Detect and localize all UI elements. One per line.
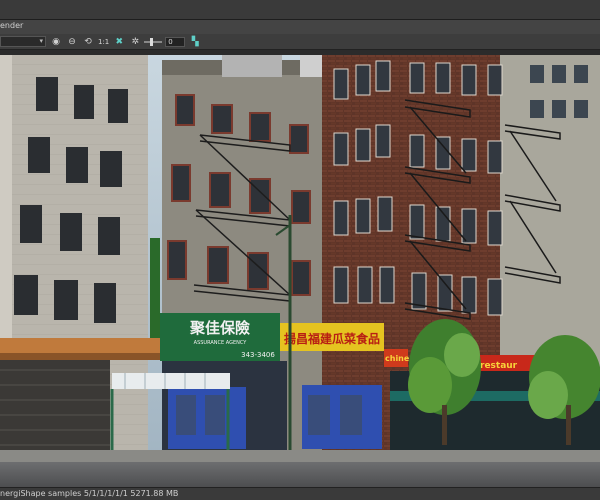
exposure-input[interactable]: 0 (165, 36, 186, 47)
refresh-icon[interactable]: ⟲ (82, 36, 94, 48)
render-panel-titlebar: ender (0, 20, 600, 34)
sign-insurance-text: 聚佳保險 (189, 319, 250, 337)
frame-count: 1:1 (98, 37, 110, 46)
renderer-dropdown[interactable]: ▾ (0, 36, 46, 47)
snapshot-icon[interactable]: ▚ (189, 36, 201, 48)
chevron-down-icon: ▾ (39, 37, 43, 45)
sun-icon[interactable]: ◉ (50, 36, 62, 48)
exposure-slider[interactable] (144, 37, 163, 46)
sign-insurance-phone: 343-3406 (241, 351, 275, 359)
render-toolbar: ▾ ◉ ⊖ ⟲ 1:1 ✖ ✲ 0 ▚ (0, 34, 600, 50)
panel-title: ender (0, 21, 24, 30)
bus-shelter (112, 373, 230, 389)
road (0, 462, 600, 487)
gear-icon[interactable]: ✲ (129, 36, 141, 48)
sign-food-text: 揚昌福建瓜菜食品 (284, 331, 380, 346)
status-text: nergiShape samples 5/1/1/1/1/1 5271.88 M… (0, 489, 179, 498)
sign-restaurant: restaur (480, 361, 518, 371)
status-bar: nergiShape samples 5/1/1/1/1/1 5271.88 M… (0, 487, 600, 500)
exposure-slider-knob[interactable] (150, 37, 154, 46)
render-viewport[interactable]: 聚佳保險 ASSURANCE AGENCY 343-3406 揚昌福建瓜菜食品 … (0, 55, 600, 487)
sign-chinese: chine (385, 354, 410, 363)
minus-circle-icon[interactable]: ⊖ (66, 36, 78, 48)
top-menu-bar (0, 0, 600, 20)
sidewalk (0, 450, 600, 462)
city-street-render: 聚佳保險 ASSURANCE AGENCY 343-3406 揚昌福建瓜菜食品 … (0, 55, 600, 487)
fit-icon[interactable]: ✖ (113, 36, 125, 48)
sign-insurance-sub: ASSURANCE AGENCY (194, 340, 248, 346)
